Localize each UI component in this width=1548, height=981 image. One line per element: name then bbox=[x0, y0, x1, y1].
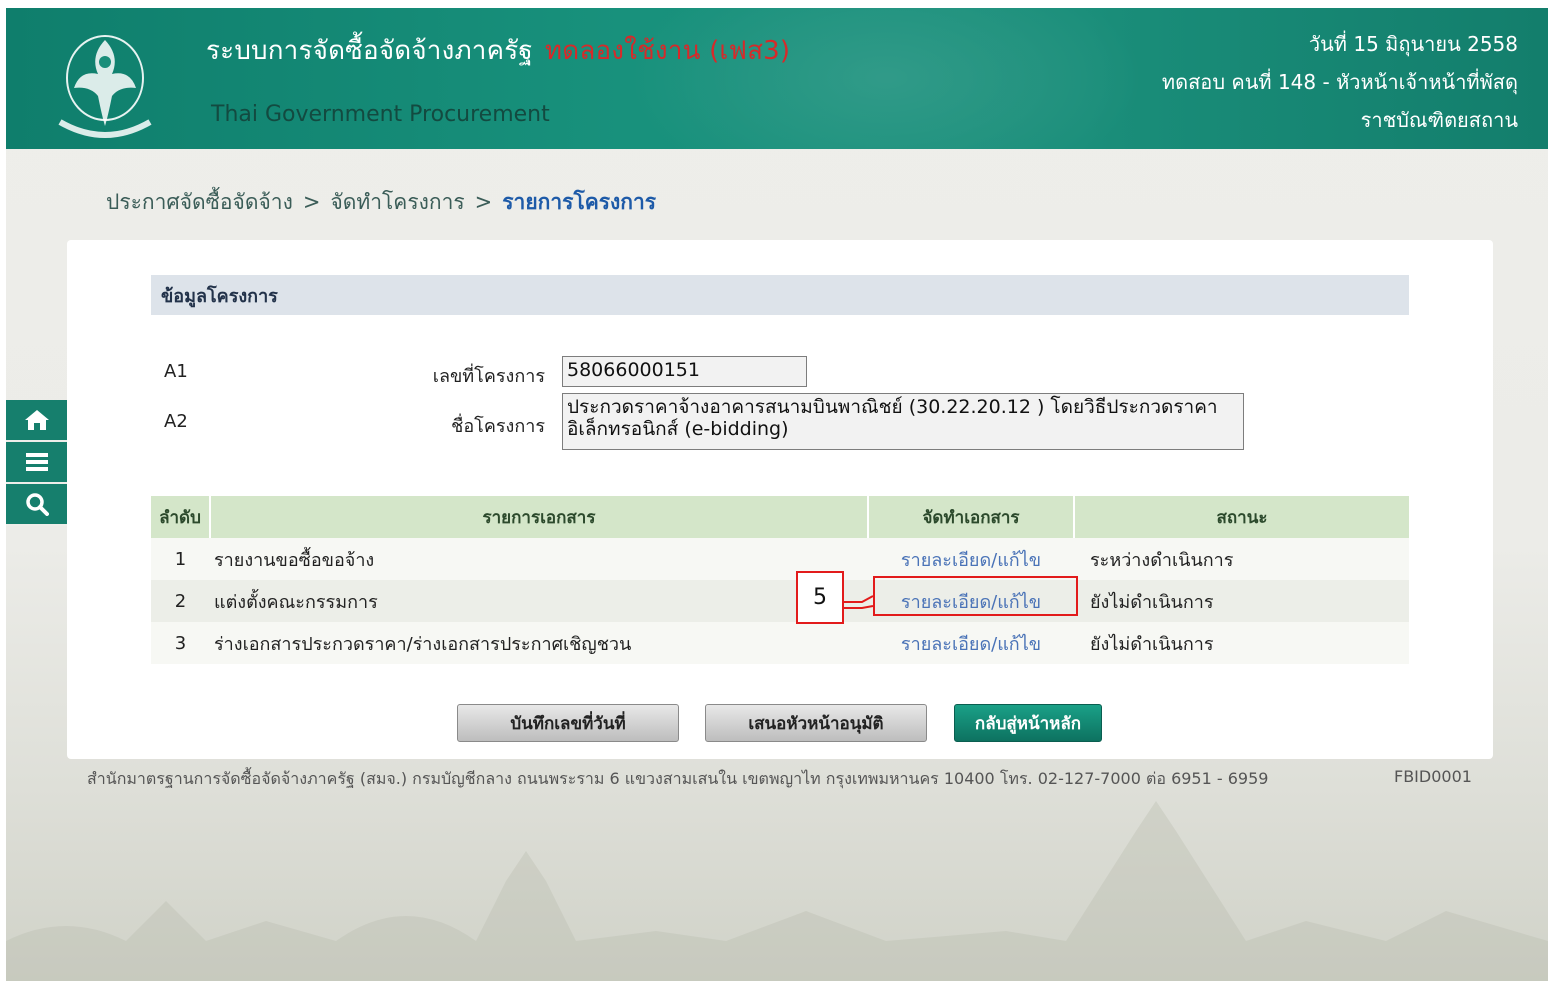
project-name-field[interactable]: ประกวดราคาจ้างอาคารสนามบินพาณิชย์ (30.22… bbox=[562, 393, 1244, 450]
search-button[interactable] bbox=[6, 484, 68, 526]
project-panel: ข้อมูลโครงการ A1 เลขที่โครงการ 580660001… bbox=[67, 240, 1493, 759]
status-text: ยังไม่ดำเนินการ bbox=[1074, 622, 1409, 664]
user-name: ทดสอบ คนที่ 148 - หัวหน้าเจ้าหน้าที่พัสด… bbox=[1161, 70, 1518, 94]
menu-button[interactable] bbox=[6, 442, 68, 484]
app-title: ระบบการจัดซื้อจัดจ้างภาครัฐ ทดลองใช้งาน (… bbox=[206, 30, 790, 71]
row-number: 1 bbox=[151, 538, 210, 580]
search-icon bbox=[26, 493, 49, 516]
save-number-date-button[interactable]: บันทึกเลขที่วันที่ bbox=[457, 704, 679, 742]
home-icon bbox=[25, 410, 49, 430]
organization-name: ราชบัณฑิตยสถาน bbox=[1360, 108, 1518, 132]
menu-icon bbox=[26, 453, 48, 471]
document-name: ร่างเอกสารประกวดราคา/ร่างเอกสารประกาศเชิ… bbox=[210, 622, 868, 664]
row-number: 3 bbox=[151, 622, 210, 664]
document-name: แต่งตั้งคณะกรรมการ bbox=[210, 580, 868, 622]
document-name: รายงานขอซื้อขอจ้าง bbox=[210, 538, 868, 580]
detail-edit-link[interactable]: รายละเอียด/แก้ไข bbox=[868, 622, 1074, 664]
breadcrumb-current: รายการโครงการ bbox=[502, 190, 657, 214]
user-info: วันที่ 15 มิถุนายน 2558 ทดสอบ คนที่ 148 … bbox=[1162, 25, 1518, 139]
breadcrumb-item[interactable]: จัดทำโครงการ bbox=[330, 190, 464, 214]
side-toolbar bbox=[6, 400, 68, 526]
back-to-home-button[interactable]: กลับสู่หน้าหลัก bbox=[954, 704, 1102, 742]
column-header-status: สถานะ bbox=[1074, 496, 1409, 538]
annotation-step-label: 5 bbox=[796, 571, 844, 624]
temple-skyline-decoration bbox=[6, 801, 1548, 981]
table-row: 3 ร่างเอกสารประกวดราคา/ร่างเอกสารประกาศเ… bbox=[151, 622, 1409, 664]
table-header-row: ลำดับ รายการเอกสาร จัดทำเอกสาร สถานะ bbox=[151, 496, 1409, 538]
project-number-field[interactable]: 58066000151 bbox=[562, 356, 807, 387]
app-title-text: ระบบการจัดซื้อจัดจ้างภาครัฐ bbox=[206, 36, 533, 66]
breadcrumb-separator: > bbox=[302, 190, 321, 214]
breadcrumb: ประกาศจัดซื้อจัดจ้าง > จัดทำโครงการ > รายการ… bbox=[106, 186, 656, 219]
breadcrumb-item[interactable]: ประกาศจัดซื้อจัดจ้าง bbox=[106, 190, 293, 214]
column-header-no: ลำดับ bbox=[151, 496, 211, 538]
page-code: FBID0001 bbox=[1394, 767, 1472, 786]
column-header-action: จัดทำเอกสาร bbox=[868, 496, 1075, 538]
row-number: 2 bbox=[151, 580, 210, 622]
column-header-document: รายการเอกสาร bbox=[210, 496, 869, 538]
current-date: วันที่ 15 มิถุนายน 2558 bbox=[1308, 32, 1518, 56]
footer-text: สำนักมาตรฐานการจัดซื้อจัดจ้างภาครัฐ (สมจ… bbox=[87, 769, 1269, 788]
project-number-label: เลขที่โครงการ bbox=[432, 366, 545, 387]
section-title: ข้อมูลโครงการ bbox=[151, 275, 1409, 315]
status-text: ระหว่างดำเนินการ bbox=[1074, 538, 1409, 580]
project-name-label: ชื่อโครงการ bbox=[451, 416, 545, 437]
table-row: 1 รายงานขอซื้อขอจ้าง รายละเอียด/แก้ไข ระ… bbox=[151, 538, 1409, 580]
comptroller-department-logo-icon bbox=[58, 35, 152, 138]
app-phase-label: ทดลองใช้งาน (เฟส3) bbox=[544, 36, 791, 66]
annotation-highlight bbox=[873, 576, 1078, 616]
field-code: A2 bbox=[164, 411, 188, 432]
home-button[interactable] bbox=[6, 400, 68, 442]
field-code: A1 bbox=[164, 361, 188, 382]
app-header: ระบบการจัดซื้อจัดจ้างภาครัฐ ทดลองใช้งาน (… bbox=[6, 8, 1548, 149]
app-subtitle: Thai Government Procurement bbox=[211, 102, 550, 127]
table-row: 2 แต่งตั้งคณะกรรมการ รายละเอียด/แก้ไข ยั… bbox=[151, 580, 1409, 622]
documents-table: ลำดับ รายการเอกสาร จัดทำเอกสาร สถานะ 1 ร… bbox=[151, 496, 1409, 664]
status-text: ยังไม่ดำเนินการ bbox=[1074, 580, 1409, 622]
propose-approval-button[interactable]: เสนอหัวหน้าอนุมัติ bbox=[705, 704, 927, 742]
breadcrumb-separator: > bbox=[474, 190, 493, 214]
detail-edit-link[interactable]: รายละเอียด/แก้ไข bbox=[868, 538, 1074, 580]
